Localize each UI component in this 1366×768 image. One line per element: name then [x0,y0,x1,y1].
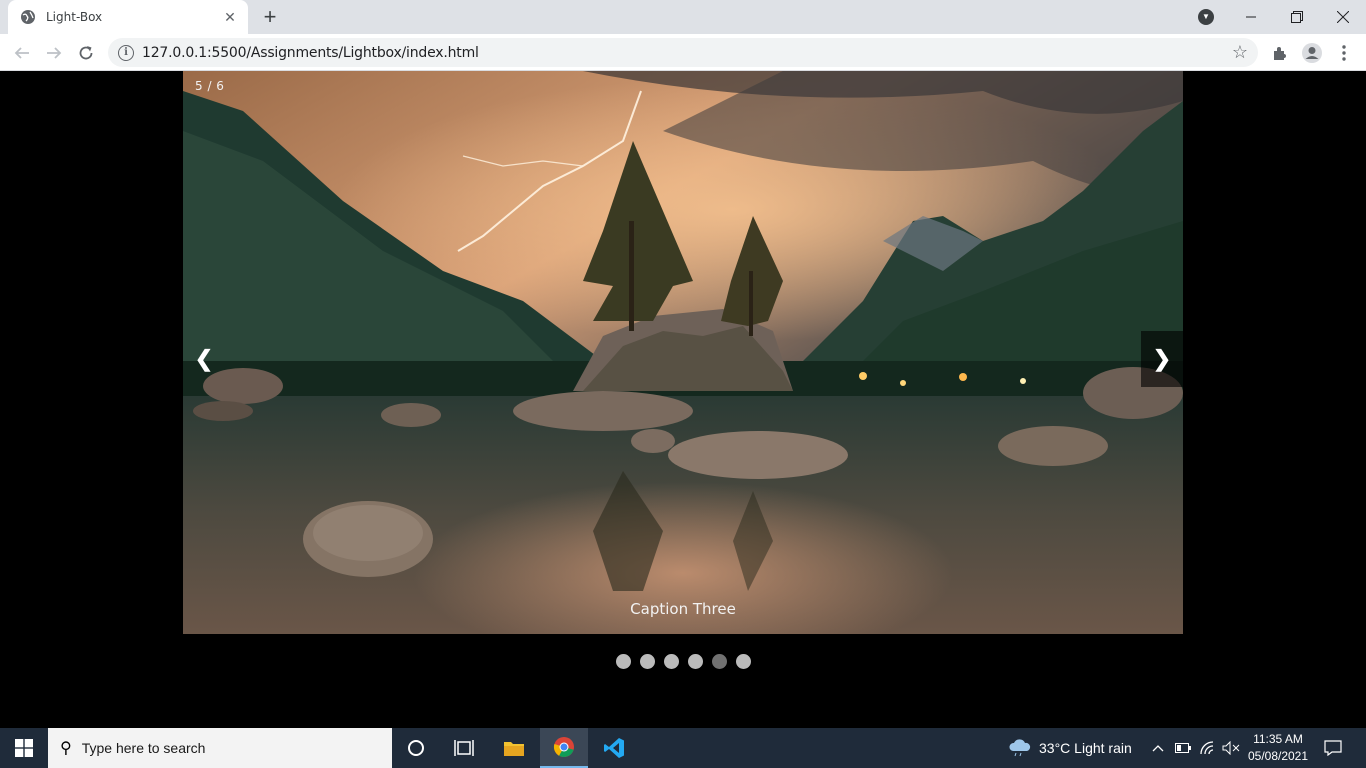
clock-time: 11:35 AM [1253,732,1303,746]
slide-dot-6[interactable] [735,654,751,669]
slide-caption: Caption Three [630,600,736,618]
site-info-icon[interactable]: i [118,44,134,61]
globe-icon [20,9,36,25]
weather-widget[interactable]: 33°C Light rain [1008,728,1132,768]
back-button[interactable] [10,41,34,65]
chrome-taskbar-icon[interactable] [540,728,588,768]
slide-image: 5 / 6 Caption Three ❮ ❯ [183,71,1183,634]
slide-dot-2[interactable] [639,654,655,669]
browser-tab[interactable]: Light-Box ✕ [8,0,248,34]
search-icon: ⚲ [60,740,72,757]
profile-avatar-icon[interactable] [1300,41,1324,65]
weather-text: 33°C Light rain [1039,740,1132,756]
forward-button[interactable] [42,41,66,65]
reload-button[interactable] [74,41,98,65]
taskbar-search-box[interactable]: ⚲ Type here to search [48,728,392,768]
menu-kebab-icon[interactable] [1332,41,1356,65]
windows-taskbar: ⚲ Type here to search 33°C Light rain 11… [0,728,1366,768]
url-text: 127.0.0.1:5500/Assignments/Lightbox/inde… [142,44,479,61]
tab-search-icon[interactable]: ▼ [1198,9,1214,25]
extensions-icon[interactable] [1268,41,1292,65]
file-explorer-icon[interactable] [490,728,538,768]
search-placeholder: Type here to search [81,740,206,756]
taskbar-clock[interactable]: 11:35 AM 05/08/2021 [1240,731,1316,765]
start-button[interactable] [0,728,48,768]
close-window-button[interactable] [1320,0,1366,34]
volume-muted-icon[interactable] [1222,728,1240,768]
wifi-icon[interactable] [1200,728,1216,768]
bookmark-star-icon[interactable]: ☆ [1232,42,1248,63]
slide-dot-1[interactable] [615,654,631,669]
restore-button[interactable] [1274,0,1320,34]
battery-icon[interactable] [1175,728,1191,768]
slide-dot-4[interactable] [687,654,703,669]
prev-slide-button[interactable]: ❮ [183,331,225,387]
windows-logo-icon [15,739,33,757]
next-slide-button[interactable]: ❯ [1141,331,1183,387]
slide-dot-5[interactable] [711,654,727,669]
task-view-button[interactable] [440,728,488,768]
vscode-taskbar-icon[interactable] [590,728,638,768]
browser-toolbar: i 127.0.0.1:5500/Assignments/Lightbox/in… [0,34,1366,71]
notifications-icon[interactable] [1322,728,1344,768]
slide-dot-3[interactable] [663,654,679,669]
landscape-photo [183,71,1183,634]
cloud-rain-icon [1009,739,1031,757]
lightbox-page: 5 / 6 Caption Three ❮ ❯ [0,71,1366,728]
slide-counter: 5 / 6 [195,79,225,93]
show-hidden-icons-chevron[interactable] [1152,728,1164,768]
cortana-button[interactable] [392,728,440,768]
close-tab-icon[interactable]: ✕ [222,9,238,25]
tab-title: Light-Box [46,10,103,24]
address-bar[interactable]: i 127.0.0.1:5500/Assignments/Lightbox/in… [108,38,1258,67]
minimize-button[interactable] [1228,0,1274,34]
browser-tabbar: Light-Box ✕ + ▼ [0,0,1366,34]
slide-dots [0,654,1366,669]
new-tab-button[interactable]: + [258,5,282,29]
clock-date: 05/08/2021 [1247,749,1309,763]
